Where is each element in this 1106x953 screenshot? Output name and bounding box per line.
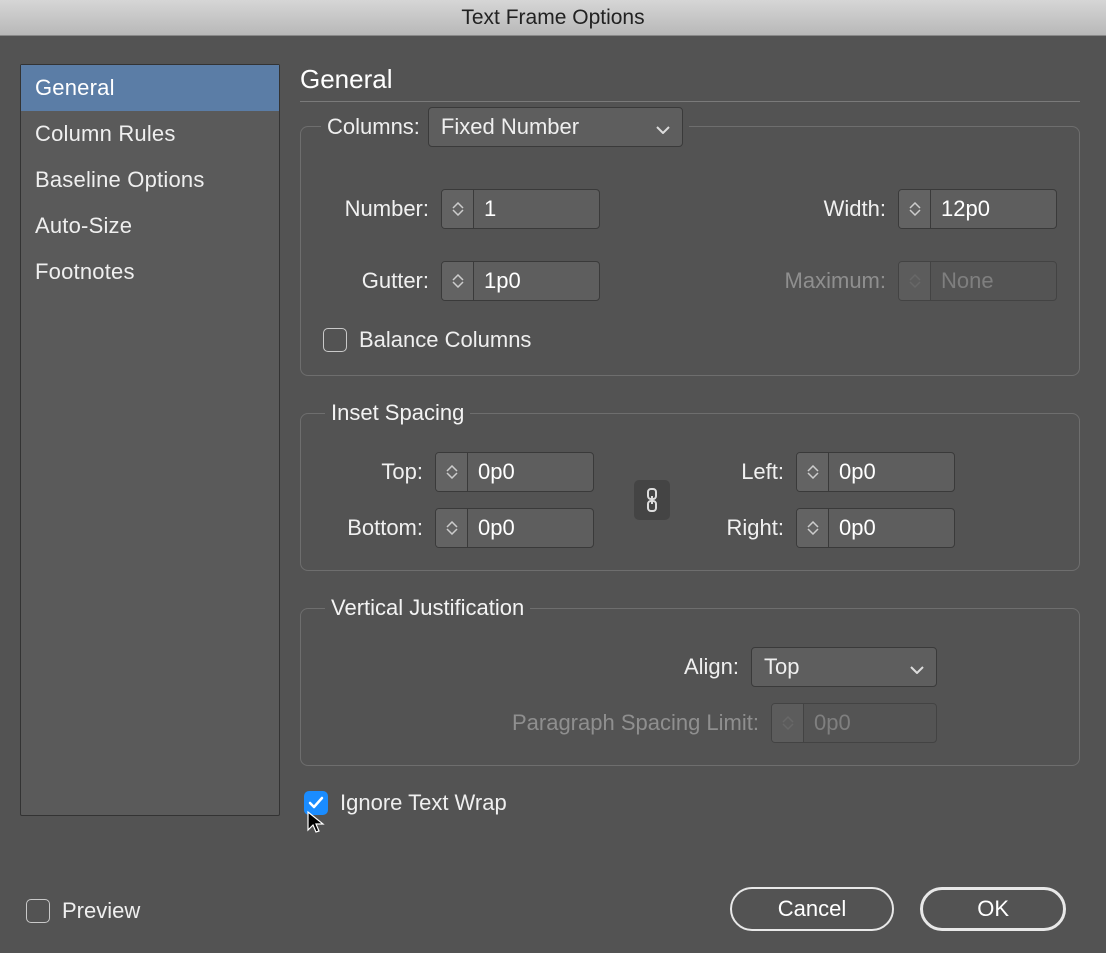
stepper-arrows-icon[interactable] bbox=[797, 509, 829, 547]
inset-top-input[interactable] bbox=[468, 453, 593, 491]
link-values-button[interactable] bbox=[634, 480, 670, 520]
preview-label: Preview bbox=[62, 898, 140, 924]
chevron-down-icon bbox=[656, 114, 670, 140]
width-stepper[interactable] bbox=[898, 189, 1057, 229]
number-input[interactable] bbox=[474, 190, 599, 228]
stepper-arrows-icon[interactable] bbox=[442, 190, 474, 228]
link-icon bbox=[644, 488, 660, 512]
inset-spacing-group: Inset Spacing Top: Bot bbox=[300, 400, 1080, 571]
maximum-label: Maximum: bbox=[746, 268, 886, 294]
sidebar-item-label: Footnotes bbox=[35, 259, 135, 284]
footer-bar: Preview Cancel OK bbox=[26, 887, 1066, 931]
columns-mode-dropdown[interactable]: Fixed Number bbox=[428, 107, 683, 147]
ok-button[interactable]: OK bbox=[920, 887, 1066, 931]
width-label: Width: bbox=[746, 196, 886, 222]
inset-bottom-label: Bottom: bbox=[323, 515, 423, 541]
stepper-arrows-icon bbox=[899, 262, 931, 300]
stepper-arrows-icon[interactable] bbox=[899, 190, 931, 228]
columns-mode-value: Fixed Number bbox=[441, 114, 579, 140]
inset-left-stepper[interactable] bbox=[796, 452, 955, 492]
stepper-arrows-icon[interactable] bbox=[436, 509, 468, 547]
maximum-value: None bbox=[931, 262, 1056, 300]
psl-label: Paragraph Spacing Limit: bbox=[512, 710, 759, 736]
align-value: Top bbox=[764, 654, 799, 680]
inset-bottom-input[interactable] bbox=[468, 509, 593, 547]
gutter-label: Gutter: bbox=[323, 268, 429, 294]
sidebar: General Column Rules Baseline Options Au… bbox=[20, 64, 280, 816]
maximum-stepper: None bbox=[898, 261, 1057, 301]
vj-legend: Vertical Justification bbox=[325, 595, 530, 621]
page-title: General bbox=[300, 64, 1080, 95]
divider bbox=[300, 101, 1080, 102]
title-bar: Text Frame Options bbox=[0, 0, 1106, 36]
balance-columns-label: Balance Columns bbox=[359, 327, 531, 353]
align-dropdown[interactable]: Top bbox=[751, 647, 937, 687]
width-input[interactable] bbox=[931, 190, 1056, 228]
stepper-arrows-icon bbox=[772, 704, 804, 742]
window-title: Text Frame Options bbox=[461, 6, 644, 30]
inset-bottom-stepper[interactable] bbox=[435, 508, 594, 548]
sidebar-item-footnotes[interactable]: Footnotes bbox=[21, 249, 279, 295]
inset-top-label: Top: bbox=[323, 459, 423, 485]
sidebar-item-label: General bbox=[35, 75, 115, 100]
gutter-input[interactable] bbox=[474, 262, 599, 300]
columns-legend-label: Columns: bbox=[327, 114, 420, 140]
number-stepper[interactable] bbox=[441, 189, 600, 229]
inset-left-input[interactable] bbox=[829, 453, 954, 491]
chevron-down-icon bbox=[910, 654, 924, 680]
sidebar-item-column-rules[interactable]: Column Rules bbox=[21, 111, 279, 157]
align-label: Align: bbox=[684, 654, 739, 680]
main-panel: General Columns: Fixed Number Number: bbox=[300, 64, 1080, 816]
psl-stepper: 0p0 bbox=[771, 703, 937, 743]
inset-right-label: Right: bbox=[710, 515, 784, 541]
inset-legend: Inset Spacing bbox=[325, 400, 470, 426]
preview-checkbox[interactable] bbox=[26, 899, 50, 923]
stepper-arrows-icon[interactable] bbox=[436, 453, 468, 491]
sidebar-item-label: Baseline Options bbox=[35, 167, 205, 192]
gutter-stepper[interactable] bbox=[441, 261, 600, 301]
columns-group: Columns: Fixed Number Number: bbox=[300, 126, 1080, 376]
ignore-text-wrap-row: Ignore Text Wrap bbox=[300, 790, 1080, 816]
inset-right-input[interactable] bbox=[829, 509, 954, 547]
cursor-icon bbox=[306, 810, 328, 836]
ignore-text-wrap-label: Ignore Text Wrap bbox=[340, 790, 507, 816]
balance-columns-checkbox[interactable] bbox=[323, 328, 347, 352]
sidebar-item-auto-size[interactable]: Auto-Size bbox=[21, 203, 279, 249]
number-label: Number: bbox=[323, 196, 429, 222]
sidebar-item-baseline-options[interactable]: Baseline Options bbox=[21, 157, 279, 203]
psl-value: 0p0 bbox=[804, 704, 929, 742]
inset-left-label: Left: bbox=[710, 459, 784, 485]
stepper-arrows-icon[interactable] bbox=[442, 262, 474, 300]
inset-right-stepper[interactable] bbox=[796, 508, 955, 548]
cancel-button[interactable]: Cancel bbox=[730, 887, 894, 931]
stepper-arrows-icon[interactable] bbox=[797, 453, 829, 491]
inset-top-stepper[interactable] bbox=[435, 452, 594, 492]
sidebar-item-label: Column Rules bbox=[35, 121, 176, 146]
sidebar-item-general[interactable]: General bbox=[21, 65, 279, 111]
vertical-justification-group: Vertical Justification Align: Top Paragr… bbox=[300, 595, 1080, 766]
sidebar-item-label: Auto-Size bbox=[35, 213, 132, 238]
